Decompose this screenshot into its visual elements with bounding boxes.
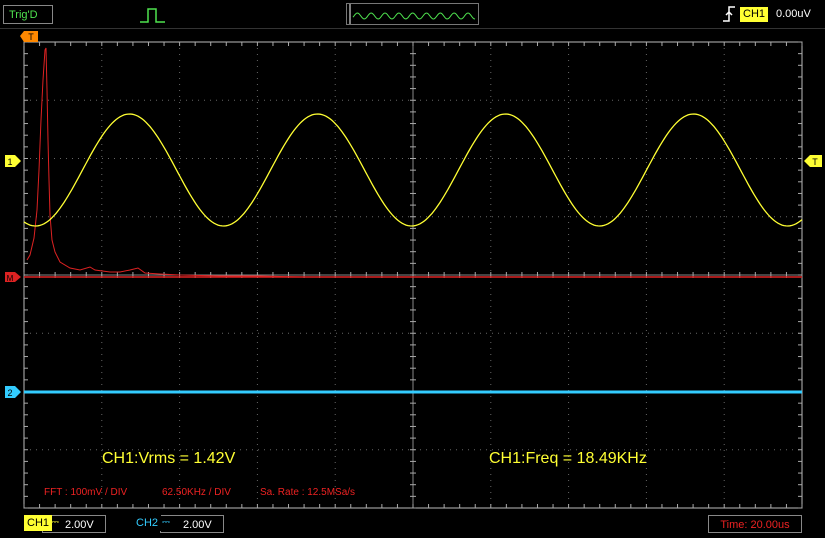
memory-waveform-icon	[349, 4, 476, 24]
ch2-marker-label: 2	[7, 388, 12, 398]
trigger-level-marker[interactable]: T	[804, 155, 822, 167]
fft-freq-div: 62.50KHz / DIV	[162, 487, 231, 498]
pulse-icon	[140, 8, 165, 23]
graticule-grid	[23, 41, 803, 509]
dc-coupling-icon: ⎓	[51, 517, 59, 528]
bottom-status-bar	[0, 510, 825, 538]
waveform-preview-icon[interactable]	[346, 3, 479, 25]
ch1-marker-label: 1	[7, 157, 12, 167]
fft-trace	[26, 47, 301, 278]
ch1-marker[interactable]: 1	[5, 155, 21, 167]
top-status-bar: Trig'D CH1 0.00uV	[0, 0, 825, 29]
fft-scale: FFT : 100mV / DIV	[44, 487, 128, 498]
ch1-volts-value: 2.00V	[65, 519, 94, 531]
trigger-level-marker-label: T	[812, 157, 818, 167]
ch1-badge[interactable]: CH1	[24, 515, 53, 531]
trigger-position-marker[interactable]: T	[20, 31, 38, 42]
ch1-vrms-readout: CH1:Vrms = 1.42V	[102, 450, 236, 467]
ch1-freq-readout: CH1:Freq = 18.49KHz	[489, 450, 647, 467]
trigger-status: Trig'D	[3, 5, 53, 24]
dc-coupling-icon: ⎓	[162, 517, 170, 528]
trigger-channel-badge[interactable]: CH1	[740, 7, 769, 22]
scope-display: T 1 M 2 T	[5, 31, 822, 509]
ch2-volts-value: 2.00V	[183, 519, 212, 531]
ch2-marker[interactable]: 2	[5, 386, 21, 398]
fft-sample-rate: Sa. Rate : 12.5MSa/s	[260, 487, 356, 498]
trigger-level-value: 0.00uV	[776, 8, 811, 20]
trigger-position-label: T	[28, 32, 34, 42]
timebase-readout[interactable]: Time: 20.00us	[708, 515, 802, 533]
math-marker-label: M	[7, 274, 14, 283]
math-marker[interactable]: M	[5, 272, 21, 283]
rising-edge-icon	[723, 6, 735, 22]
ch2-badge[interactable]: CH2	[133, 515, 162, 531]
